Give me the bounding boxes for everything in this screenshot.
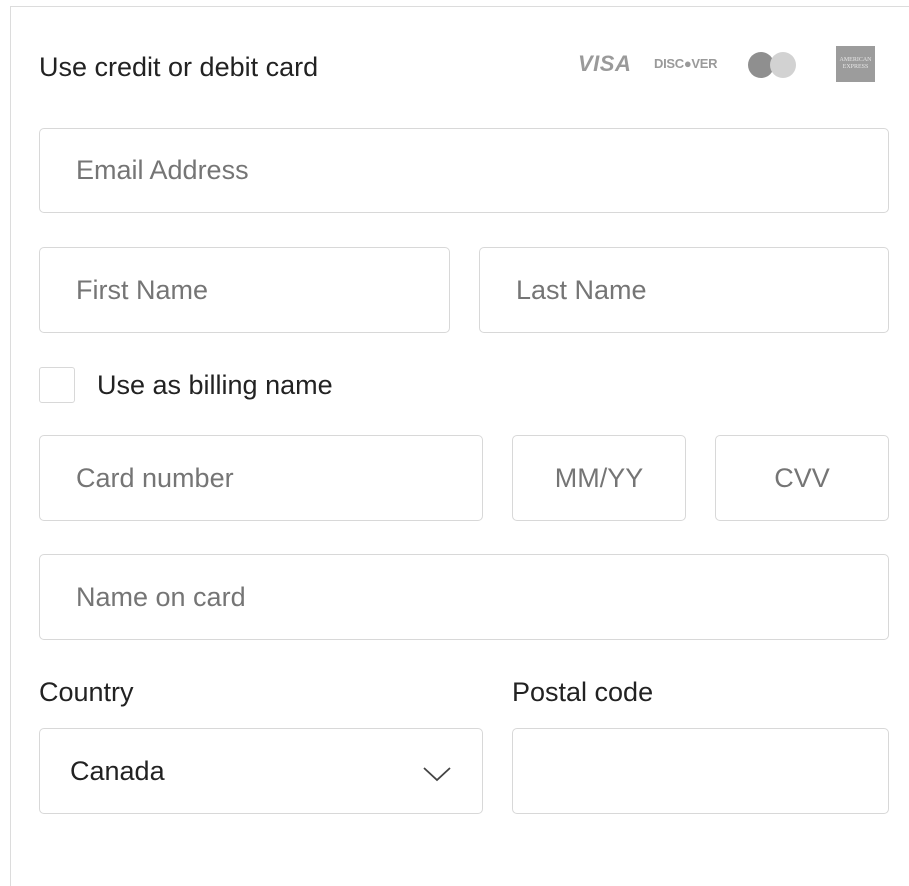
postal-code-field[interactable] [512, 728, 889, 814]
amex-icon: AMERICAN EXPRESS [836, 46, 875, 82]
card-number-field[interactable] [39, 435, 483, 521]
email-field[interactable] [39, 128, 889, 213]
mastercard-icon [748, 52, 798, 78]
country-selected-value: Canada [70, 755, 165, 786]
cvv-field[interactable] [715, 435, 889, 521]
visa-icon: VISA [578, 51, 632, 76]
country-label: Country [39, 677, 134, 707]
billing-name-label: Use as billing name [97, 370, 333, 400]
section-title: Use credit or debit card [39, 52, 319, 82]
chevron-down-icon [423, 767, 451, 782]
billing-name-checkbox[interactable] [39, 367, 75, 403]
first-name-field[interactable] [39, 247, 450, 333]
postal-code-label: Postal code [512, 677, 654, 707]
expiry-field[interactable] [512, 435, 686, 521]
discover-icon: DISC●VER [654, 56, 718, 71]
name-on-card-field[interactable] [39, 554, 889, 640]
country-select[interactable]: Canada [39, 728, 483, 814]
last-name-field[interactable] [479, 247, 889, 333]
